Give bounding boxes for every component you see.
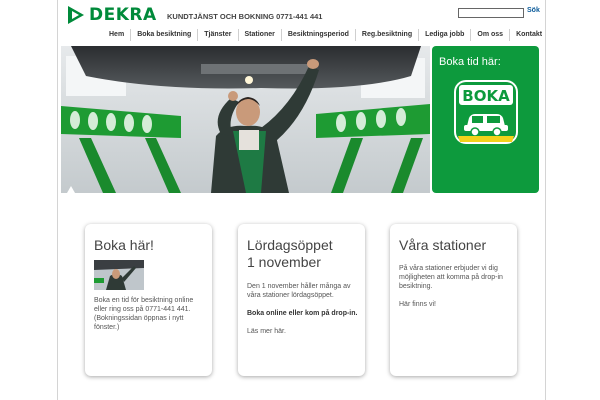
card-lordagsoppet-cta: Boka online eller kom på drop-in.: [247, 310, 358, 317]
main-nav: Hem Boka besiktning Tjänster Stationer B…: [103, 28, 548, 42]
card-boka-har-text: Boka en tid för besiktning online eller …: [94, 297, 194, 331]
nav-item-reg-besiktning[interactable]: Reg.besiktning: [354, 29, 418, 41]
nav-item-hem[interactable]: Hem: [103, 29, 130, 41]
card-vara-stationer-body: På våra stationer erbjuder vi dig möjlig…: [399, 264, 511, 318]
card-mechanic-thumbnail[interactable]: [94, 260, 144, 290]
hero-image: [61, 46, 430, 193]
search-button[interactable]: Sök: [527, 7, 540, 14]
boka-car-badge-icon[interactable]: BOKA: [454, 80, 518, 144]
boka-panel-title: Boka tid här:: [439, 56, 501, 68]
nav-item-besiktningsperiod[interactable]: Besiktningsperiod: [280, 29, 355, 41]
boka-badge-text: BOKA: [462, 87, 510, 105]
card-boka-har: Boka här! Boka en tid för besiktning onl…: [85, 224, 212, 376]
contact-phone-line: KUNDTJÄNST OCH BOKNING 0771-441 441: [167, 12, 323, 21]
logo-text: DEKRA: [89, 5, 157, 25]
nav-item-lediga-jobb[interactable]: Lediga jobb: [418, 29, 470, 41]
search-input[interactable]: [458, 8, 524, 18]
card-lordagsoppet-title: Lördagsöppet 1 november: [247, 237, 333, 271]
nav-item-om-oss[interactable]: Om oss: [470, 29, 509, 41]
dekra-logo[interactable]: DEKRA: [67, 5, 157, 25]
nav-item-kontakt[interactable]: Kontakt: [509, 29, 548, 41]
card-vara-stationer-title: Våra stationer: [399, 237, 487, 253]
card-vara-stationer: Våra stationer På våra stationer erbjude…: [390, 224, 517, 376]
hero-illustration: [61, 46, 430, 193]
nav-item-boka-besiktning[interactable]: Boka besiktning: [130, 29, 197, 41]
mechanic-thumbnail-image: [94, 260, 144, 290]
card-lordagsoppet-body: Den 1 november håller många av våra stat…: [247, 282, 359, 345]
card-lordagsoppet-link[interactable]: Läs mer här.: [247, 327, 359, 336]
card-boka-har-body: Boka en tid för besiktning online eller …: [94, 296, 204, 341]
boka-promo-panel[interactable]: Boka tid här: BOKA: [432, 46, 539, 193]
nav-item-stationer[interactable]: Stationer: [237, 29, 281, 41]
nav-item-tjanster[interactable]: Tjänster: [197, 29, 237, 41]
card-vara-stationer-link[interactable]: Här finns vi!: [399, 300, 511, 309]
card-lordagsoppet: Lördagsöppet 1 november Den 1 november h…: [238, 224, 365, 376]
card-boka-har-title: Boka här!: [94, 237, 154, 253]
dekra-logo-mark-icon: [68, 6, 84, 24]
card-vara-stationer-text: På våra stationer erbjuder vi dig möjlig…: [399, 265, 503, 290]
card-lordagsoppet-text: Den 1 november håller många av våra stat…: [247, 283, 351, 299]
card-lordagsoppet-title-line2: 1 november: [247, 254, 321, 270]
card-lordagsoppet-title-line1: Lördagsöppet: [247, 237, 333, 253]
